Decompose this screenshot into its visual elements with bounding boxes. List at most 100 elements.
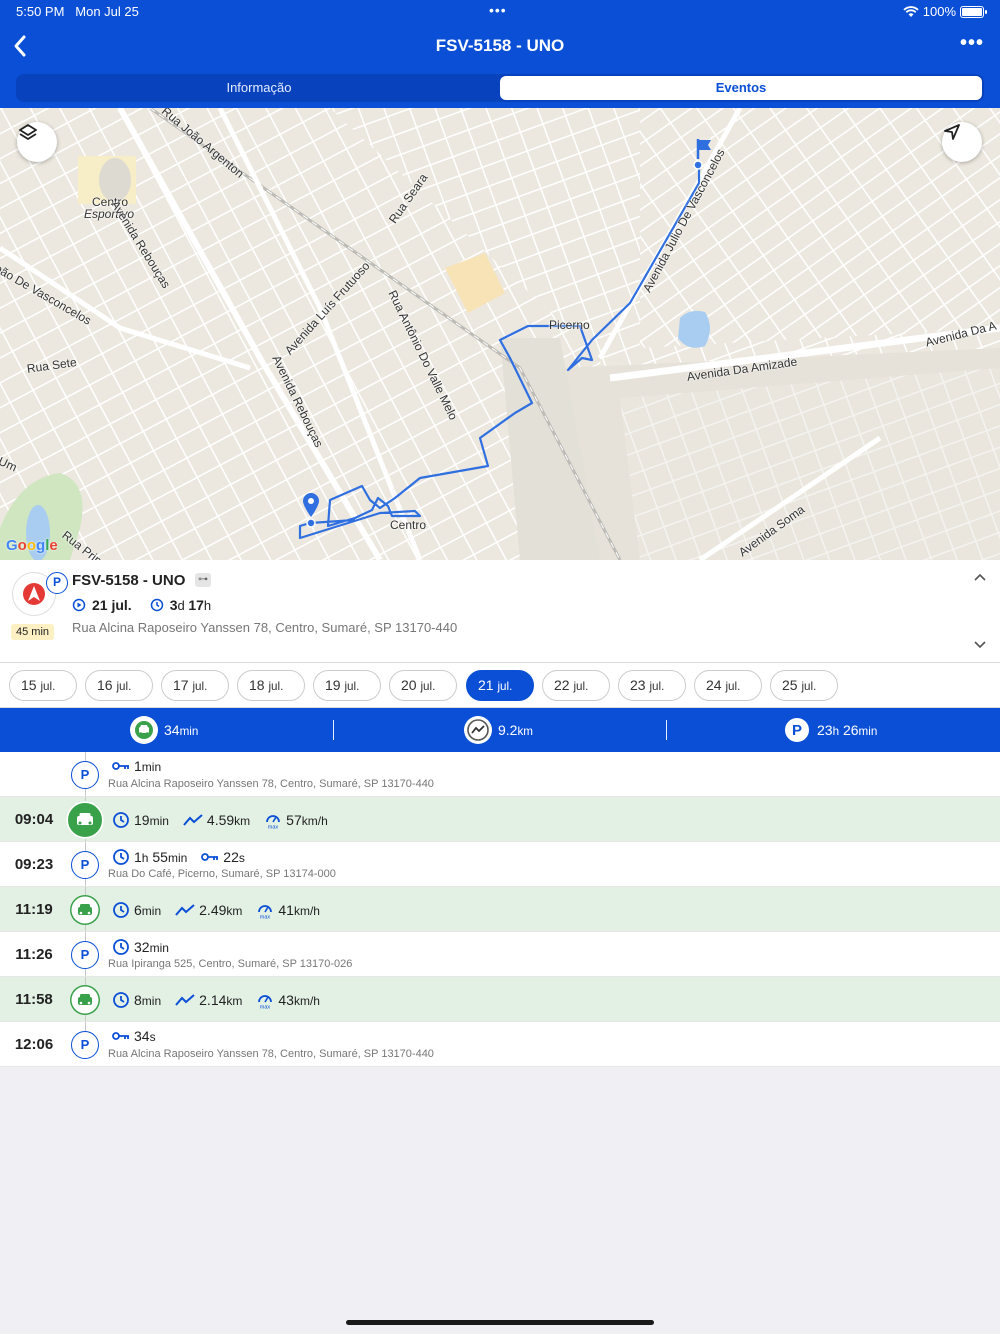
parking-badge: P xyxy=(46,572,68,594)
play-circle-icon xyxy=(72,598,86,612)
trend-line-icon xyxy=(464,716,492,744)
svg-text:max: max xyxy=(260,1005,271,1010)
navigation-arrow-icon xyxy=(944,124,960,140)
layers-icon xyxy=(19,124,37,140)
event-row-parked[interactable]: 11:26 P 32min Rua Ipiranga 525, Centro, … xyxy=(0,932,1000,977)
key-icon xyxy=(201,853,219,861)
event-stats: 8min 2.14km max 43km/h xyxy=(112,991,328,1009)
trend-line-icon xyxy=(175,904,195,916)
date-pill[interactable]: 19 jul. xyxy=(313,670,381,701)
status-bar: 5:50 PM Mon Jul 25 ••• 100% xyxy=(0,2,1000,22)
clock-icon xyxy=(113,902,129,918)
clock-icon xyxy=(113,812,129,828)
chevron-up-icon[interactable] xyxy=(973,572,987,582)
date-pill[interactable]: 15 jul. xyxy=(9,670,77,701)
divider xyxy=(333,720,334,740)
layers-button[interactable] xyxy=(17,122,57,162)
battery-icon xyxy=(960,5,987,18)
summary-driving: 34min xyxy=(130,716,198,744)
event-address: Rua Alcina Raposeiro Yanssen 78, Centro,… xyxy=(108,1048,434,1060)
chevron-down-icon[interactable] xyxy=(973,640,987,650)
map-canvas xyxy=(0,108,1000,560)
divider xyxy=(666,720,667,740)
car-icon xyxy=(70,985,100,1015)
route-end-dot-icon xyxy=(693,160,703,170)
event-stats: 6min 2.49km max 41km/h xyxy=(112,901,328,919)
duration-badge: 45 min xyxy=(11,624,55,640)
vehicle-info-card[interactable]: P 45 min FSV-5158 - UNO ⊶ 21 jul. 3d 17h… xyxy=(0,560,1000,662)
home-indicator[interactable] xyxy=(346,1320,654,1325)
event-stats: 1h 55min 22s xyxy=(112,848,253,866)
speedometer-icon: max xyxy=(266,815,281,830)
speedometer-icon: max xyxy=(258,905,273,920)
trend-line-icon xyxy=(183,814,203,826)
summary-distance: 9.2km xyxy=(464,716,533,744)
clock-icon xyxy=(113,849,129,865)
car-icon xyxy=(66,801,104,839)
date-pill[interactable]: 24 jul. xyxy=(694,670,762,701)
event-stats: 1min xyxy=(112,758,169,774)
status-right: 100% xyxy=(903,4,987,19)
date-pill[interactable]: 17 jul. xyxy=(161,670,229,701)
speedometer-icon: max xyxy=(258,995,273,1010)
start-pin-icon[interactable] xyxy=(302,492,320,518)
direction-arrow-icon xyxy=(23,583,45,605)
event-address: Rua Alcina Raposeiro Yanssen 78, Centro,… xyxy=(108,778,434,790)
vehicle-name: FSV-5158 - UNO xyxy=(72,572,186,589)
end-flag-icon[interactable] xyxy=(694,137,714,161)
segmented-control: Informação Eventos xyxy=(16,74,984,102)
parking-icon: P xyxy=(71,851,99,879)
map-view[interactable]: Centro Esportivo Avenida Rebouças Rua Jo… xyxy=(0,108,1000,560)
parking-icon: P xyxy=(783,716,811,744)
event-row-drive[interactable]: 11:58 8min 2.14km max 43km/h xyxy=(0,977,1000,1022)
nav-row: FSV-5158 - UNO ••• xyxy=(0,28,1000,64)
event-stats: 32min xyxy=(112,938,177,956)
event-row-parked[interactable]: 09:23 P 1h 55min 22s Rua Do Café, Picern… xyxy=(0,842,1000,887)
event-time: 09:04 xyxy=(14,811,54,828)
top-bar: 5:50 PM Mon Jul 25 ••• 100% FSV-5158 - U… xyxy=(0,0,1000,108)
trend-line-icon xyxy=(175,994,195,1006)
vehicle-meta: 21 jul. 3d 17h xyxy=(72,597,211,613)
wifi-icon xyxy=(903,5,919,17)
event-row-drive[interactable]: 11:19 6min 2.49km max 41km/h xyxy=(0,887,1000,932)
date-pill[interactable]: 22 jul. xyxy=(542,670,610,701)
date-pill[interactable]: 25 jul. xyxy=(770,670,838,701)
locate-button[interactable] xyxy=(942,122,982,162)
elapsed-time: 3d 17h xyxy=(169,597,212,613)
parking-icon: P xyxy=(71,941,99,969)
svg-text:max: max xyxy=(268,825,279,830)
page-title: FSV-5158 - UNO xyxy=(435,36,565,55)
event-stats: 34s xyxy=(112,1028,164,1044)
date-pill[interactable]: 20 jul. xyxy=(389,670,457,701)
summary-parked: P 23h 26min xyxy=(783,716,877,744)
event-list: P 1min Rua Alcina Raposeiro Yanssen 78, … xyxy=(0,752,1000,1067)
event-row-parked[interactable]: 12:06 P 34s Rua Alcina Raposeiro Yanssen… xyxy=(0,1022,1000,1067)
event-row-drive[interactable]: 09:04 19min 4.59km max 57km/h xyxy=(0,797,1000,842)
date-pill[interactable]: 16 jul. xyxy=(85,670,153,701)
date-pill-selected[interactable]: 21 jul. xyxy=(466,670,534,701)
car-icon xyxy=(70,895,100,925)
car-icon xyxy=(130,716,158,744)
tab-eventos[interactable]: Eventos xyxy=(500,76,982,100)
key-icon xyxy=(112,1032,129,1040)
date-pill[interactable]: 23 jul. xyxy=(618,670,686,701)
svg-text:max: max xyxy=(260,915,271,920)
status-time: 5:50 PM Mon Jul 25 xyxy=(16,4,139,19)
event-address: Rua Do Café, Picerno, Sumaré, SP 13174-0… xyxy=(108,868,336,880)
event-address: Rua Ipiranga 525, Centro, Sumaré, SP 131… xyxy=(108,958,353,970)
event-time: 12:06 xyxy=(14,1036,54,1053)
key-icon xyxy=(112,762,129,770)
google-logo: Google xyxy=(6,537,58,554)
tab-informacao[interactable]: Informação xyxy=(18,76,500,100)
date-pill[interactable]: 18 jul. xyxy=(237,670,305,701)
day-summary-bar: 34min 9.2km P 23h 26min xyxy=(0,708,1000,752)
event-time: 11:26 xyxy=(15,946,53,963)
clock-icon xyxy=(150,598,163,612)
ellipsis-icon[interactable]: ••• xyxy=(960,32,984,55)
date-selector: 15 jul. 16 jul. 17 jul. 18 jul. 19 jul. … xyxy=(0,662,1000,708)
event-time: 11:19 xyxy=(15,901,53,918)
multitasking-dots-icon[interactable]: ••• xyxy=(489,2,507,18)
parking-icon: P xyxy=(71,761,99,789)
event-time: 11:58 xyxy=(15,991,53,1008)
event-row-parked[interactable]: P 1min Rua Alcina Raposeiro Yanssen 78, … xyxy=(0,752,1000,797)
